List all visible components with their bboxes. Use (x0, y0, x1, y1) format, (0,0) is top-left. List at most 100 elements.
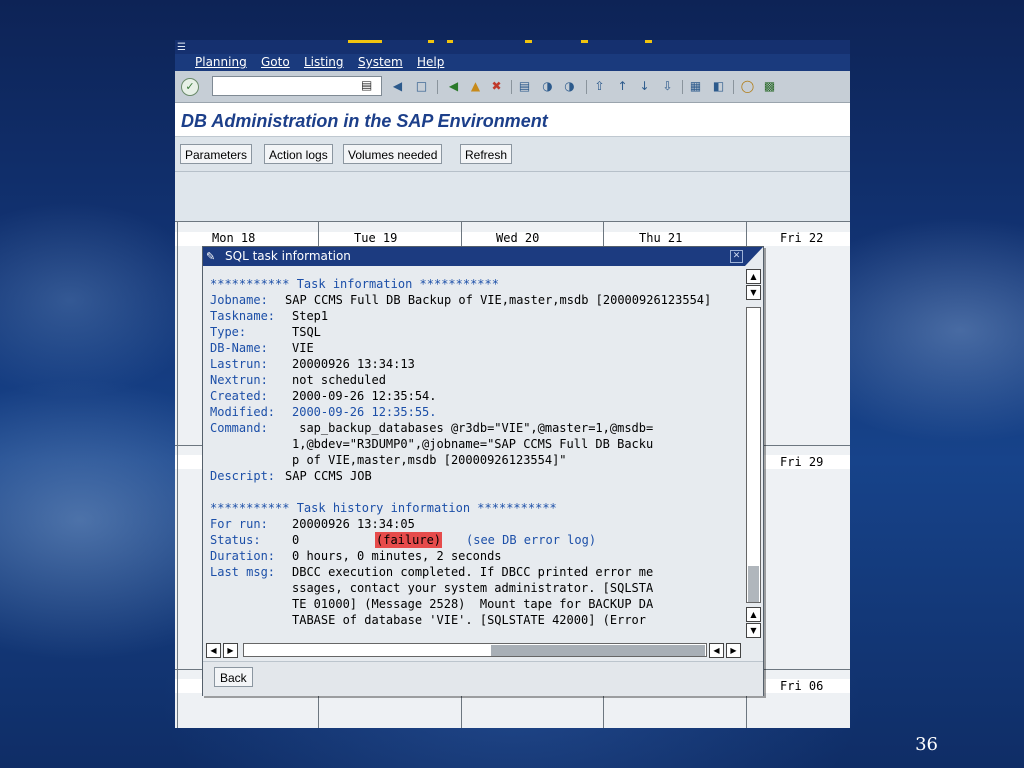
help-icon[interactable]: ◯ (739, 78, 756, 95)
section-header: *********** Task information *********** (210, 277, 499, 291)
info-value: DBCC execution completed. If DBCC printe… (292, 565, 654, 579)
menu-help[interactable]: Help (417, 55, 444, 69)
prev-page-icon[interactable]: ↑ (614, 78, 631, 95)
print-icon[interactable]: ▤ (516, 78, 533, 95)
horizontal-scrollbar[interactable]: ◀ ▶ ◀ ▶ (206, 643, 742, 658)
back-button[interactable]: Back (214, 667, 253, 687)
save-icon[interactable]: □ (413, 78, 430, 95)
scroll-down-icon[interactable]: ▼ (746, 623, 761, 638)
calendar-day[interactable]: Fri 06 (780, 679, 823, 693)
action-logs-button[interactable]: Action logs (264, 144, 333, 164)
scroll-left-icon[interactable]: ◀ (206, 643, 221, 658)
info-value: TABASE of database 'VIE'. [SQLSTATE 4200… (292, 613, 647, 627)
info-row: Status: 0 (failure) (see DB error log) (210, 532, 596, 548)
dialog-footer: Back (203, 661, 763, 696)
title-decoration (428, 40, 434, 43)
info-value: TE 01000] (Message 2528) Mount tape for … (292, 597, 654, 611)
slide-number: 36 (915, 734, 938, 755)
menu-goto[interactable]: Goto (261, 55, 290, 69)
cancel-icon[interactable]: ✖ (488, 78, 505, 95)
info-value: ssages, contact your system administrato… (292, 581, 654, 595)
info-row: For run: 20000926 13:34:05 (210, 516, 415, 532)
info-value: 20000926 13:34:05 (292, 517, 415, 531)
info-label: Duration: (210, 549, 276, 563)
dialog-title-bar: ✎ SQL task information ✕ (203, 247, 763, 266)
scroll-left-icon[interactable]: ◀ (709, 643, 724, 658)
info-value: 0 hours, 0 minutes, 2 seconds (292, 549, 502, 563)
info-value: TSQL (292, 325, 321, 339)
calendar-day[interactable]: Mon 18 (212, 231, 255, 245)
info-label: Status: (210, 533, 261, 547)
layout-icon[interactable]: ▩ (761, 78, 778, 95)
last-page-icon[interactable]: ⇩ (659, 78, 676, 95)
info-value: 1,@bdev="R3DUMP0",@jobname="SAP CCMS Ful… (292, 437, 654, 451)
calendar-day[interactable]: Tue 19 (354, 231, 397, 245)
next-page-icon[interactable]: ↓ (636, 78, 653, 95)
page-title: DB Administration in the SAP Environment (181, 111, 548, 131)
info-row: Modified: 2000-09-26 12:35:55. (210, 404, 437, 420)
info-row: DB-Name: VIE (210, 340, 314, 356)
scroll-up-icon[interactable]: ▲ (746, 607, 761, 622)
first-page-icon[interactable]: ⇧ (591, 78, 608, 95)
scroll-thumb[interactable] (748, 566, 759, 602)
vertical-scrollbar[interactable]: ▲ ▼ ▲ ▼ (746, 269, 761, 640)
parameters-button[interactable]: Parameters (180, 144, 253, 164)
close-icon[interactable]: ✕ (730, 250, 743, 263)
calendar-line (177, 221, 178, 728)
new-session-icon[interactable]: ▦ (687, 78, 704, 95)
volumes-needed-button[interactable]: Volumes needed (343, 144, 443, 164)
scroll-track[interactable] (243, 643, 707, 657)
scroll-track[interactable] (746, 307, 761, 603)
refresh-button[interactable]: Refresh (460, 144, 513, 164)
title-corner (745, 247, 763, 266)
info-value: 0 (292, 533, 300, 547)
toolbar-separator (682, 80, 683, 94)
calendar-line (175, 221, 850, 222)
info-row: Lastrun: 20000926 13:34:13 (210, 356, 415, 372)
title-decoration (645, 40, 652, 43)
status-badge: (failure) (375, 532, 443, 548)
info-label: Command: (210, 421, 268, 435)
error-log-link[interactable]: (see DB error log) (466, 532, 596, 548)
info-label: Last msg: (210, 565, 276, 579)
scroll-thumb[interactable] (491, 645, 705, 656)
menu-listing[interactable]: Listing (304, 55, 344, 69)
info-row: Nextrun: not scheduled (210, 372, 386, 388)
info-label: Type: (210, 325, 247, 339)
sql-task-dialog: ✎ SQL task information ✕ *********** Tas… (202, 246, 764, 696)
command-field[interactable] (212, 76, 382, 96)
toolbar-separator (511, 80, 512, 94)
back-icon[interactable]: ◀ (389, 78, 406, 95)
calendar-day[interactable]: Fri 29 (780, 455, 823, 469)
section-header: *********** Task history information ***… (210, 501, 557, 515)
command-dropdown-icon[interactable]: ▤ (361, 78, 372, 92)
scroll-up-icon[interactable]: ▲ (746, 269, 761, 284)
info-label: Lastrun: (210, 357, 268, 371)
back-nav-icon[interactable]: ◀ (445, 78, 462, 95)
info-label: Modified: (210, 405, 276, 419)
info-value: 2000-09-26 12:35:54. (292, 389, 437, 403)
dialog-title: SQL task information (225, 249, 351, 263)
find-next-icon[interactable]: ◑ (561, 78, 578, 95)
calendar-day[interactable]: Fri 22 (780, 231, 823, 245)
enter-icon[interactable]: ✓ (181, 78, 199, 96)
system-menu-icon[interactable]: ☰ (177, 42, 186, 53)
exit-icon[interactable]: ▲ (467, 78, 484, 95)
application-toolbar: Parameters Action logs Volumes needed Re… (175, 137, 850, 172)
info-label: Created: (210, 389, 268, 403)
menu-planning[interactable]: Planning (195, 55, 247, 69)
shortcut-icon[interactable]: ◧ (710, 78, 727, 95)
scroll-right-icon[interactable]: ▶ (223, 643, 238, 658)
info-value: SAP CCMS JOB (285, 469, 372, 483)
info-row: Last msg: DBCC execution completed. If DB… (210, 564, 653, 580)
window-title-strip (175, 40, 850, 54)
find-icon[interactable]: ◑ (539, 78, 556, 95)
scroll-right-icon[interactable]: ▶ (726, 643, 741, 658)
menu-system[interactable]: System (358, 55, 403, 69)
page-title-bar: DB Administration in the SAP Environment (175, 103, 850, 137)
calendar-day[interactable]: Wed 20 (496, 231, 539, 245)
calendar-day[interactable]: Thu 21 (639, 231, 682, 245)
scroll-down-icon[interactable]: ▼ (746, 285, 761, 300)
info-label: For run: (210, 517, 268, 531)
info-value: not scheduled (292, 373, 386, 387)
